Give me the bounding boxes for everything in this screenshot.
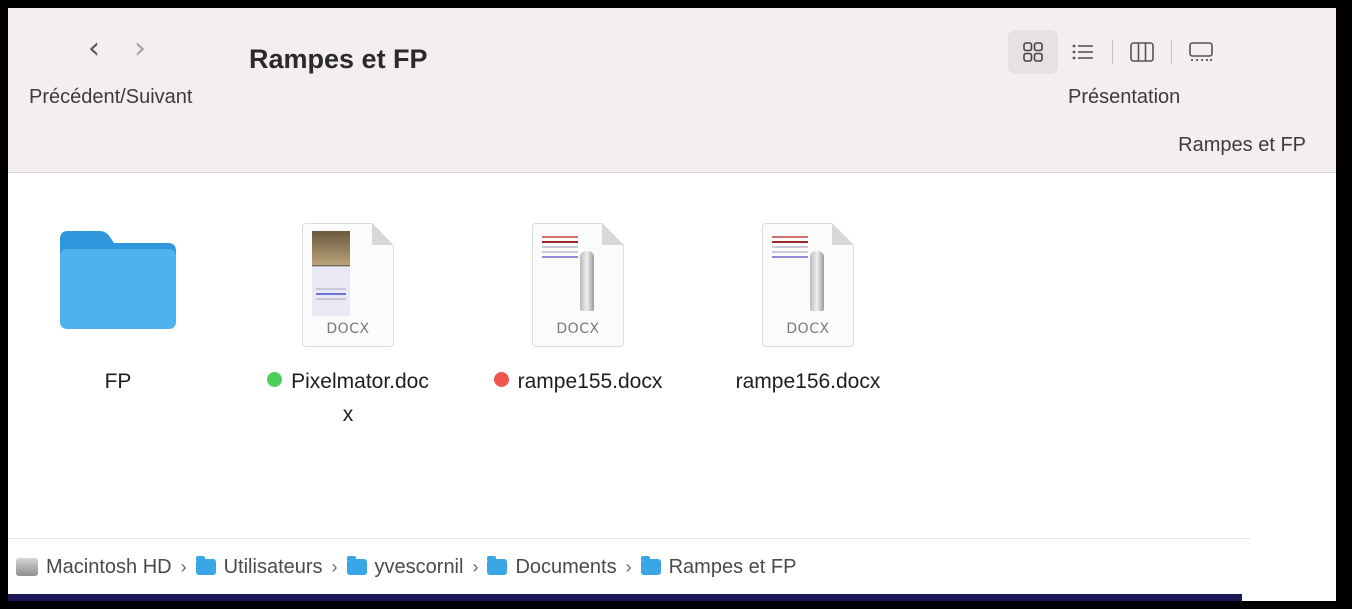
docx-file-icon: DOCX [762,223,854,347]
file-grid: FP DOCX Pixelmator.doc x DOCX rampe155.d… [8,173,1336,538]
list-view-button[interactable] [1058,30,1108,74]
window-title: Rampes et FP [249,44,428,74]
grid-item-file-rampe156[interactable]: DOCX rampe156.docx [698,173,918,473]
finder-window: ‹ › Précédent/Suivant Rampes et FP Prése… [8,8,1336,601]
icon-view-icon [1023,42,1043,62]
gallery-view-button[interactable] [1176,30,1226,74]
view-mode-group [1008,30,1226,74]
gallery-view-icon [1189,42,1213,61]
folder-icon [487,556,508,575]
chevron-right-icon: › [625,556,632,577]
path-crumb-yvescornil[interactable]: yvescornil [346,556,463,579]
item-label: rampe156.docx [735,370,881,393]
grid-item-file-rampe155[interactable]: DOCX rampe155.docx [468,173,688,473]
chevron-right-icon: › [180,556,187,577]
navigation-label: Précédent/Suivant [29,86,193,108]
path-crumb-rampes-et-fp[interactable]: Rampes et FP [640,556,796,579]
item-label: rampe155.docx [468,365,688,398]
chevron-left-icon[interactable]: ‹ [88,34,100,64]
chevron-right-icon[interactable]: › [134,34,146,64]
path-crumb-macintosh-hd[interactable]: Macintosh HD [16,556,172,579]
docx-file-icon: DOCX [532,223,624,347]
column-view-button[interactable] [1117,30,1167,74]
red-tag-dot [493,372,509,387]
docx-file-icon: DOCX [302,223,394,347]
chevron-right-icon: › [331,556,338,577]
view-separator [1171,40,1172,64]
path-bar: Macintosh HD › Utilisateurs › yvescornil… [8,538,1250,595]
folder-icon [195,556,216,575]
grid-item-file-pixelmator[interactable]: DOCX Pixelmator.doc x [238,173,458,473]
path-crumb-utilisateurs[interactable]: Utilisateurs [195,556,323,579]
path-title: Rampes et FP [1178,134,1306,156]
home-folder-icon [346,556,367,575]
item-label: FP [104,370,132,393]
column-view-icon [1130,42,1154,62]
navigation-buttons: ‹ › [88,34,146,64]
path-crumb-documents[interactable]: Documents [487,556,617,579]
item-label: Pixelmator.doc x [238,365,458,431]
view-mode-label: Présentation [1068,86,1181,108]
grid-item-folder-fp[interactable]: FP [8,173,228,473]
chevron-right-icon: › [472,556,479,577]
hard-drive-icon [16,558,38,576]
green-tag-dot [267,372,283,387]
folder-icon [640,556,661,575]
window-bottom-border [8,594,1242,601]
list-view-icon [1072,44,1093,60]
folder-icon [56,223,180,336]
icon-view-button[interactable] [1008,30,1058,74]
toolbar: ‹ › Précédent/Suivant Rampes et FP Prése… [8,8,1336,173]
view-separator [1112,40,1113,64]
